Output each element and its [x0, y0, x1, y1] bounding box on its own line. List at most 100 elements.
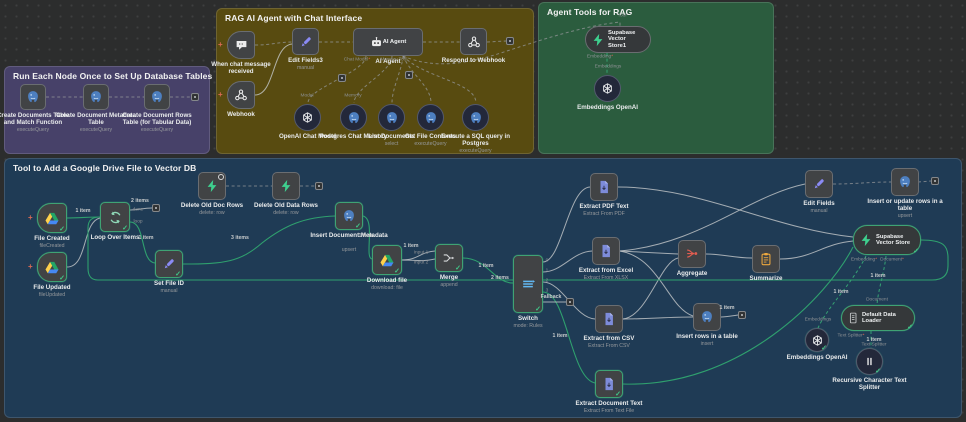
connection-label: 1 item	[870, 273, 886, 279]
insert-document-metadata[interactable]: ✓	[335, 202, 363, 230]
postgres-icon	[700, 310, 714, 324]
node-label: Respond to Webhook	[441, 57, 506, 64]
add-node-endpoint[interactable]	[315, 182, 323, 190]
node-label: Edit Fields	[803, 200, 835, 207]
insert-rows-in-a-table[interactable]	[693, 303, 721, 331]
pencil-icon	[299, 35, 313, 49]
trigger-indicator-icon: +	[218, 90, 223, 99]
node-subtitle: upsert	[341, 247, 357, 253]
connection-label: 1 item	[719, 305, 735, 311]
default-data-loader[interactable]: Default Data Loader ✓	[841, 305, 915, 331]
create-document-metadata-table[interactable]	[83, 84, 109, 110]
set-file-id[interactable]: ✓	[155, 250, 183, 278]
aggregate[interactable]	[678, 240, 706, 268]
port-label: Model	[300, 93, 314, 99]
port-label: done	[132, 207, 144, 213]
add-node-endpoint[interactable]	[191, 93, 199, 101]
edit-fields[interactable]	[805, 170, 833, 198]
create-document-rows-table[interactable]	[144, 84, 170, 110]
node-label: Insert rows in a table	[676, 333, 738, 340]
add-node-endpoint[interactable]	[152, 204, 160, 212]
trigger-indicator-icon: +	[28, 262, 33, 271]
insert-or-update-rows[interactable]	[891, 168, 919, 196]
switch[interactable]: ✓	[513, 255, 543, 313]
connection-label: 2 items	[491, 275, 509, 281]
node-label: Create Document Rows Table (for Tabular …	[122, 112, 192, 126]
recursive-character-text-splitter[interactable]: ✓	[856, 348, 883, 375]
success-check-icon: ✓	[615, 391, 621, 398]
connection-edge	[779, 240, 854, 260]
port-label: Document	[866, 297, 888, 303]
delete-old-doc-rows[interactable]	[198, 172, 226, 200]
workflow-canvas[interactable]: Run Each Node Once to Set Up Database Ta…	[0, 0, 966, 422]
connection-label: 2 items	[131, 198, 149, 204]
add-node-endpoint[interactable]	[405, 71, 413, 79]
trigger-indicator-icon: +	[218, 40, 223, 49]
list-documents[interactable]	[378, 104, 405, 131]
extract-icon	[602, 312, 616, 326]
webhook[interactable]	[227, 81, 255, 109]
node-subtitle: manual	[810, 208, 828, 214]
embeddings-openai[interactable]: ✓	[805, 328, 829, 352]
connection-edge	[619, 183, 806, 252]
port-label: loop	[133, 219, 143, 225]
add-node-endpoint[interactable]	[931, 177, 939, 185]
postgres-icon	[424, 111, 438, 125]
pencil-icon	[812, 177, 826, 191]
port-label: Text Splitter*	[837, 333, 865, 339]
create-documents-table[interactable]	[20, 84, 46, 110]
extract-icon	[599, 244, 613, 258]
loop-icon	[108, 210, 123, 225]
add-node-endpoint[interactable]	[738, 311, 746, 319]
supabase-vector-store[interactable]: Supabase Vector Store ✓	[853, 225, 921, 255]
node-subtitle: Extract From Text File	[583, 408, 635, 414]
port-label: Input 1	[413, 250, 429, 256]
gdrive-icon	[45, 261, 59, 274]
extract-from-excel[interactable]	[592, 237, 620, 265]
loop-over-items[interactable]: ✓	[100, 202, 130, 232]
get-file-contents[interactable]	[417, 104, 444, 131]
openai-icon	[301, 111, 314, 124]
delete-old-data-rows[interactable]	[272, 172, 300, 200]
node-subtitle: Extract From XLSX	[583, 275, 629, 281]
file-updated[interactable]: ✓	[37, 252, 67, 282]
respond-to-webhook[interactable]	[460, 28, 487, 55]
postgres-icon	[150, 90, 164, 104]
add-node-endpoint[interactable]	[506, 37, 514, 45]
summarize[interactable]	[752, 245, 780, 273]
success-check-icon: ✓	[875, 368, 881, 375]
extract-pdf-text[interactable]	[590, 173, 618, 201]
add-node-endpoint[interactable]	[566, 298, 574, 306]
supabase-vector-store1[interactable]: Supabase Vector Store1	[585, 26, 651, 53]
merge[interactable]: ✓	[435, 244, 463, 272]
edit-fields3[interactable]	[292, 28, 319, 55]
when-chat-message-received[interactable]	[227, 31, 255, 59]
node-label: Summarize	[749, 275, 783, 282]
connection-label: Fallback	[540, 294, 562, 300]
port-label: Input 2	[413, 260, 429, 266]
port-label: Chat Model*	[343, 57, 371, 63]
postgres-chat-memory[interactable]	[340, 104, 367, 131]
port-label: 3	[545, 288, 549, 294]
ai-agent[interactable]: AI Agent	[353, 28, 423, 56]
embeddings-openai1[interactable]	[594, 75, 621, 102]
supabase-icon	[859, 233, 873, 247]
execute-sql-query[interactable]	[462, 104, 489, 131]
success-check-icon: ✓	[175, 271, 181, 278]
file-created[interactable]: ✓	[37, 203, 67, 233]
extract-from-csv[interactable]	[595, 305, 623, 333]
required-star: *	[902, 257, 904, 263]
node-label: Edit Fields3	[288, 57, 323, 64]
node-subtitle: upsert	[897, 213, 913, 219]
openai-chat-model[interactable]	[294, 104, 321, 131]
add-node-endpoint[interactable]	[338, 74, 346, 82]
supabase-icon	[591, 33, 605, 47]
port-label: 1	[545, 268, 549, 274]
node-label: Insert or update rows in a table	[867, 198, 943, 212]
openai-icon	[601, 82, 614, 95]
extract-document-text[interactable]: ✓	[595, 370, 623, 398]
connection-edge	[542, 186, 591, 263]
required-star: *	[368, 57, 371, 63]
supabase-icon	[205, 179, 219, 193]
success-check-icon: ✓	[913, 248, 919, 255]
